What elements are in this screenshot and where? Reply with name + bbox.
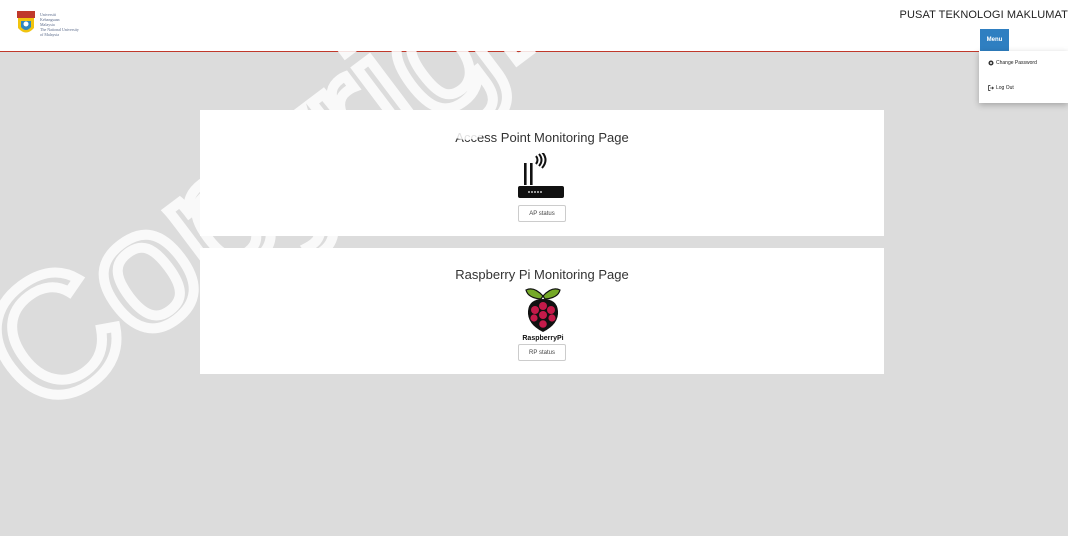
rp-status-button[interactable]: RP status: [518, 344, 566, 361]
logout-icon: [988, 85, 994, 91]
ukm-crest-icon: [17, 11, 35, 33]
access-point-title: Access Point Monitoring Page: [455, 130, 629, 145]
gear-icon: [988, 60, 994, 66]
logo-line-5: of Malaysia: [40, 31, 59, 37]
logo-wordmark: Universiti Kebangsaan Malaysia The Natio…: [40, 12, 79, 37]
raspberry-pi-card: Raspberry Pi Monitoring Page RaspberryPi…: [200, 248, 884, 374]
log-out-label: Log Out: [996, 85, 1014, 91]
university-logo[interactable]: Universiti Kebangsaan Malaysia The Natio…: [16, 7, 126, 41]
log-out-item[interactable]: Log Out: [988, 85, 1014, 91]
change-password-label: Change Password: [996, 60, 1037, 66]
raspberry-pi-title: Raspberry Pi Monitoring Page: [455, 267, 629, 282]
menu-dropdown: Change Password Log Out: [979, 51, 1068, 103]
menu-button[interactable]: Menu: [980, 29, 1009, 51]
ap-status-button[interactable]: AP status: [518, 205, 566, 222]
wifi-router-icon: [518, 153, 564, 198]
change-password-item[interactable]: Change Password: [988, 60, 1037, 66]
raspberry-pi-logo: RaspberryPi: [522, 288, 564, 342]
organization-name: PUSAT TEKNOLOGI MAKLUMAT: [899, 9, 1068, 21]
header-bar: Universiti Kebangsaan Malaysia The Natio…: [0, 0, 1068, 52]
raspberry-pi-wordmark: RaspberryPi: [522, 335, 563, 342]
access-point-card: Access Point Monitoring Page AP status: [200, 110, 884, 236]
